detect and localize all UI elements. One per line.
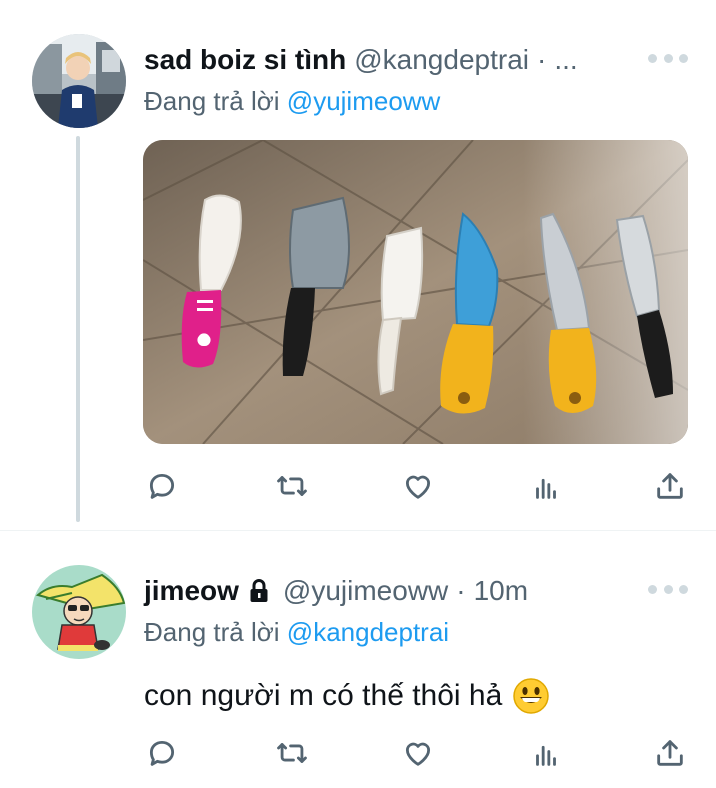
- reply-icon[interactable]: [142, 733, 182, 773]
- like-icon[interactable]: [398, 466, 438, 506]
- knives-photo: [143, 140, 688, 444]
- separator-dot: ·: [456, 575, 466, 606]
- replying-prefix: Đang trả lời: [144, 617, 280, 647]
- tweet-text: con người m có thế thôi hả: [144, 677, 550, 715]
- share-icon[interactable]: [650, 466, 690, 506]
- separator-dot: ·: [537, 44, 547, 75]
- author-name[interactable]: jimeow: [144, 575, 239, 607]
- timestamp[interactable]: ...: [554, 44, 577, 76]
- tweet-media-image[interactable]: [143, 140, 688, 444]
- more-options-icon[interactable]: [648, 579, 688, 599]
- tweet[interactable]: jimeow @yujimeoww · 10m Đang trả lời @ka…: [0, 531, 716, 788]
- reply-icon[interactable]: [142, 466, 182, 506]
- avatar[interactable]: [32, 34, 126, 128]
- grinning-face-emoji: [513, 678, 550, 714]
- avatar-cartoon: [32, 565, 126, 659]
- tweet-actions: [140, 733, 700, 773]
- analytics-icon[interactable]: [526, 733, 566, 773]
- tweet[interactable]: sad boiz si tình @kangdeptrai · ... Đang…: [0, 0, 716, 530]
- replying-to: Đang trả lời @yujimeoww: [144, 86, 440, 117]
- replying-to: Đang trả lời @kangdeptrai: [144, 617, 449, 648]
- author-name[interactable]: sad boiz si tình: [144, 44, 346, 76]
- thread-line: [76, 136, 80, 522]
- analytics-icon[interactable]: [526, 466, 566, 506]
- timestamp[interactable]: 10m: [474, 575, 528, 607]
- retweet-icon[interactable]: [272, 733, 312, 773]
- tweet-actions: [140, 466, 700, 506]
- replying-prefix: Đang trả lời: [144, 86, 280, 116]
- avatar-photo: [32, 34, 126, 128]
- tweet-header: sad boiz si tình @kangdeptrai · ...: [144, 40, 578, 80]
- lock-icon: [250, 579, 268, 602]
- retweet-icon[interactable]: [272, 466, 312, 506]
- share-icon[interactable]: [650, 733, 690, 773]
- replying-mention-link[interactable]: @yujimeoww: [287, 86, 441, 116]
- more-options-icon[interactable]: [648, 48, 688, 68]
- replying-mention-link[interactable]: @kangdeptrai: [287, 617, 449, 647]
- author-handle[interactable]: @yujimeoww: [283, 575, 448, 607]
- tweet-body: con người m có thế thôi hả: [144, 679, 503, 712]
- tweet-header: jimeow @yujimeoww · 10m: [144, 571, 528, 611]
- author-handle[interactable]: @kangdeptrai: [354, 44, 529, 76]
- like-icon[interactable]: [398, 733, 438, 773]
- avatar[interactable]: [32, 565, 126, 659]
